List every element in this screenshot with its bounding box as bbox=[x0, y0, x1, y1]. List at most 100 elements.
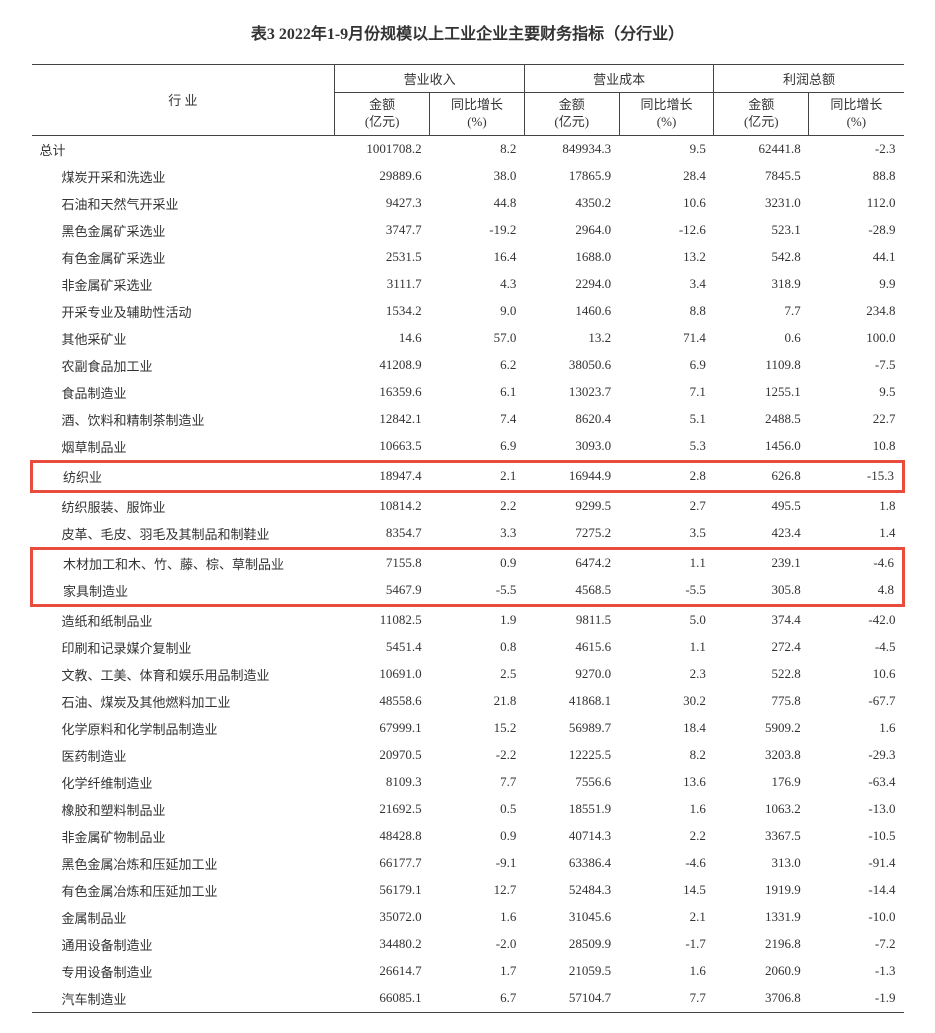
cell: 1919.9 bbox=[714, 877, 809, 904]
table-row: 纺织服装、服饰业10814.22.29299.52.7495.51.8 bbox=[32, 491, 904, 520]
header-profit: 利润总额 bbox=[714, 65, 904, 93]
table-row: 橡胶和塑料制品业21692.50.518551.91.61063.2-13.0 bbox=[32, 796, 904, 823]
cell: 3706.8 bbox=[714, 985, 809, 1013]
table-row: 化学纤维制造业8109.37.77556.613.6176.9-63.4 bbox=[32, 769, 904, 796]
cell: 374.4 bbox=[714, 605, 809, 634]
cell: 30.2 bbox=[619, 688, 714, 715]
cell: 21692.5 bbox=[335, 796, 430, 823]
cell: 2.3 bbox=[619, 661, 714, 688]
cell: -4.6 bbox=[619, 850, 714, 877]
cell: 2.7 bbox=[619, 491, 714, 520]
cell: 5451.4 bbox=[335, 634, 430, 661]
cell: -14.4 bbox=[809, 877, 904, 904]
cell: 17865.9 bbox=[524, 163, 619, 190]
cell: 非金属矿物制品业 bbox=[32, 823, 335, 850]
cell: 金属制品业 bbox=[32, 904, 335, 931]
cell: 18551.9 bbox=[524, 796, 619, 823]
cell: 1.1 bbox=[619, 634, 714, 661]
cell: 1.1 bbox=[619, 548, 714, 577]
cell: 495.5 bbox=[714, 491, 809, 520]
table-row: 文教、工美、体育和娱乐用品制造业10691.02.59270.02.3522.8… bbox=[32, 661, 904, 688]
cell: 2531.5 bbox=[335, 244, 430, 271]
cell: -9.1 bbox=[430, 850, 525, 877]
cell: 1331.9 bbox=[714, 904, 809, 931]
cell: 石油和天然气开采业 bbox=[32, 190, 335, 217]
cell: 31045.6 bbox=[524, 904, 619, 931]
cell: 849934.3 bbox=[524, 135, 619, 163]
cell: 黑色金属冶炼和压延加工业 bbox=[32, 850, 335, 877]
cell: 40714.3 bbox=[524, 823, 619, 850]
cell: 0.8 bbox=[430, 634, 525, 661]
cell: 176.9 bbox=[714, 769, 809, 796]
cell: 5.0 bbox=[619, 605, 714, 634]
cell: 造纸和纸制品业 bbox=[32, 605, 335, 634]
cell: 41208.9 bbox=[335, 352, 430, 379]
header-industry: 行 业 bbox=[32, 65, 335, 136]
cell: 10691.0 bbox=[335, 661, 430, 688]
header-revenue: 营业收入 bbox=[335, 65, 525, 93]
cell: 2060.9 bbox=[714, 958, 809, 985]
cell: 14.6 bbox=[335, 325, 430, 352]
cell: 57104.7 bbox=[524, 985, 619, 1013]
cell: 313.0 bbox=[714, 850, 809, 877]
table-row: 酒、饮料和精制茶制造业12842.17.48620.45.12488.522.7 bbox=[32, 406, 904, 433]
cell: -29.3 bbox=[809, 742, 904, 769]
cell: 26614.7 bbox=[335, 958, 430, 985]
cell: -1.7 bbox=[619, 931, 714, 958]
cell: 木材加工和木、竹、藤、棕、草制品业 bbox=[32, 548, 335, 577]
cell: 食品制造业 bbox=[32, 379, 335, 406]
cell: 88.8 bbox=[809, 163, 904, 190]
cell: 7.7 bbox=[430, 769, 525, 796]
cell: 纺织业 bbox=[32, 461, 335, 491]
cell: 71.4 bbox=[619, 325, 714, 352]
cell: 1001708.2 bbox=[335, 135, 430, 163]
cell: 10.6 bbox=[809, 661, 904, 688]
cell: 6.2 bbox=[430, 352, 525, 379]
table-row: 黑色金属冶炼和压延加工业66177.7-9.163386.4-4.6313.0-… bbox=[32, 850, 904, 877]
cell: 1688.0 bbox=[524, 244, 619, 271]
cell: 44.1 bbox=[809, 244, 904, 271]
cell: 1534.2 bbox=[335, 298, 430, 325]
cell: 48428.8 bbox=[335, 823, 430, 850]
cell: 29889.6 bbox=[335, 163, 430, 190]
cell: 67999.1 bbox=[335, 715, 430, 742]
table-row: 石油、煤炭及其他燃料加工业48558.621.841868.130.2775.8… bbox=[32, 688, 904, 715]
cell: 1456.0 bbox=[714, 433, 809, 462]
cell: 12842.1 bbox=[335, 406, 430, 433]
cell: 黑色金属矿采选业 bbox=[32, 217, 335, 244]
cell: 4615.6 bbox=[524, 634, 619, 661]
cell: 234.8 bbox=[809, 298, 904, 325]
table-row: 专用设备制造业26614.71.721059.51.62060.9-1.3 bbox=[32, 958, 904, 985]
table-row: 开采专业及辅助性活动1534.29.01460.68.87.7234.8 bbox=[32, 298, 904, 325]
cell: 13.2 bbox=[619, 244, 714, 271]
cell: 文教、工美、体育和娱乐用品制造业 bbox=[32, 661, 335, 688]
cell: 8620.4 bbox=[524, 406, 619, 433]
cell: 66177.7 bbox=[335, 850, 430, 877]
cell: 1109.8 bbox=[714, 352, 809, 379]
table-row: 烟草制品业10663.56.93093.05.31456.010.8 bbox=[32, 433, 904, 462]
cell: -7.2 bbox=[809, 931, 904, 958]
cell: 化学纤维制造业 bbox=[32, 769, 335, 796]
cell: 13.2 bbox=[524, 325, 619, 352]
table-row: 黑色金属矿采选业3747.7-19.22964.0-12.6523.1-28.9 bbox=[32, 217, 904, 244]
cell: 775.8 bbox=[714, 688, 809, 715]
cell: 6.9 bbox=[430, 433, 525, 462]
cell: -1.3 bbox=[809, 958, 904, 985]
cell: -13.0 bbox=[809, 796, 904, 823]
cell: 3231.0 bbox=[714, 190, 809, 217]
cell: 1255.1 bbox=[714, 379, 809, 406]
cell: -42.0 bbox=[809, 605, 904, 634]
cell: 1.8 bbox=[809, 491, 904, 520]
cell: 48558.6 bbox=[335, 688, 430, 715]
cell: 4.8 bbox=[809, 577, 904, 606]
cell: 烟草制品业 bbox=[32, 433, 335, 462]
cell: 7.1 bbox=[619, 379, 714, 406]
cell: 7.7 bbox=[619, 985, 714, 1013]
table-row: 农副食品加工业41208.96.238050.66.91109.8-7.5 bbox=[32, 352, 904, 379]
cell: -4.5 bbox=[809, 634, 904, 661]
cell: 44.8 bbox=[430, 190, 525, 217]
cell: 0.6 bbox=[714, 325, 809, 352]
cell: 6474.2 bbox=[524, 548, 619, 577]
table-row: 金属制品业35072.01.631045.62.11331.9-10.0 bbox=[32, 904, 904, 931]
cell: 7275.2 bbox=[524, 520, 619, 549]
